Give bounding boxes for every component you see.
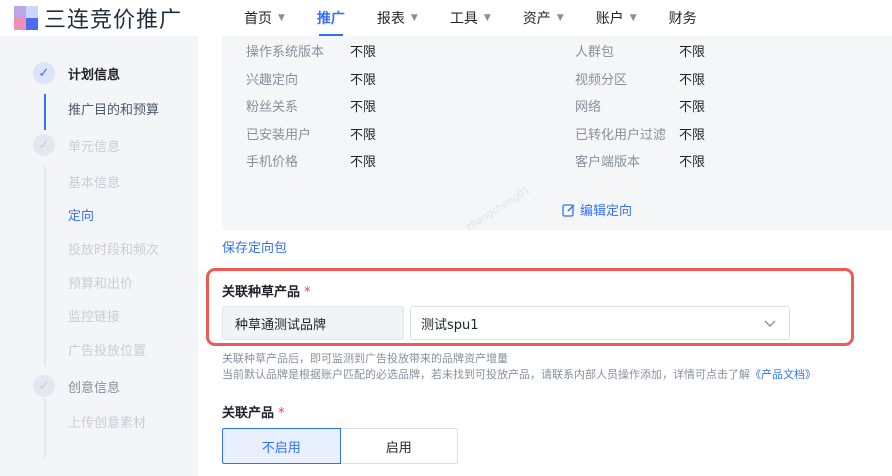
targeting-label: 兴趣定向 — [246, 73, 299, 88]
targeting-label: 视频分区 — [575, 73, 628, 88]
targeting-label: 粉丝关系 — [246, 100, 299, 115]
related-product-label: 关联产品 * — [222, 402, 285, 421]
step-unit-label: 单元信息 — [68, 139, 121, 155]
main-content: 操作系统版本 不限 兴趣定向 不限 粉丝关系 不限 已安装用户 不限 手机价格 … — [198, 36, 892, 476]
check-icon: ✓ — [33, 62, 55, 84]
targeting-value: 不限 — [679, 45, 706, 60]
step-creative-info[interactable]: ✓ 创意信息 — [0, 373, 198, 399]
caret-down-icon: ▼ — [483, 13, 491, 23]
product-select[interactable]: 测试spu1 — [410, 306, 790, 340]
check-icon: ✓ — [33, 375, 55, 397]
nav-reports-label: 报表 — [376, 11, 405, 27]
nav-finance[interactable]: 财务 — [653, 0, 713, 36]
targeting-label: 客户端版本 — [575, 155, 641, 170]
nav-tools[interactable]: 工具 ▼ — [434, 0, 507, 36]
caret-down-icon: ▼ — [629, 13, 637, 23]
caret-down-icon: ▼ — [556, 13, 564, 23]
edit-icon — [562, 203, 575, 217]
caret-down-icon: ▼ — [278, 13, 285, 23]
sidebar-item-basic-info[interactable]: 基本信息 — [68, 172, 120, 191]
save-targeting-package-link[interactable]: 保存定向包 — [222, 237, 287, 256]
option-enable-button[interactable]: 启用 — [340, 428, 458, 464]
edit-targeting-label: 编辑定向 — [580, 204, 633, 219]
nav-reports[interactable]: 报表 ▼ — [361, 0, 434, 36]
nav-promotion-label: 推广 — [316, 11, 345, 27]
nav-finance-label: 财务 — [668, 11, 697, 27]
nav-home-label: 首页 — [244, 11, 272, 27]
step-unit-info[interactable]: ✓ 单元信息 — [0, 132, 198, 158]
targeting-label: 人群包 — [575, 45, 615, 60]
nav-account[interactable]: 账户 ▼ — [580, 0, 653, 36]
related-product-toggle: 不启用 启用 — [222, 428, 458, 464]
step-line — [44, 398, 46, 458]
sidebar-item-budget[interactable]: 预算和出价 — [68, 273, 133, 292]
step-plan-info[interactable]: ✓ 计划信息 — [0, 60, 198, 86]
help-text-line2: 当前默认品牌是根据账户匹配的必选品牌，若未找到可投放产品，请联系内部人员操作添加… — [222, 366, 816, 382]
targeting-value: 不限 — [350, 73, 377, 88]
step-line — [44, 166, 46, 366]
required-mark: * — [278, 406, 285, 421]
sidebar-item-plan-purpose[interactable]: 推广目的和预算 — [68, 99, 159, 118]
sidebar-item-upload-creative[interactable]: 上传创意素材 — [68, 412, 146, 431]
step-creative-label: 创意信息 — [68, 380, 121, 396]
targeting-summary: 操作系统版本 不限 兴趣定向 不限 粉丝关系 不限 已安装用户 不限 手机价格 … — [222, 36, 892, 230]
targeting-label: 已转化用户过滤 — [575, 128, 667, 143]
caret-down-icon: ▼ — [410, 13, 418, 23]
sidebar-item-targeting[interactable]: 定向 — [68, 205, 94, 224]
targeting-label: 手机价格 — [246, 155, 299, 170]
targeting-value: 不限 — [679, 100, 706, 115]
step-plan-label: 计划信息 — [68, 67, 121, 83]
linked-product-label: 关联种草产品 * — [222, 281, 311, 300]
targeting-value: 不限 — [350, 100, 377, 115]
nav-assets[interactable]: 资产 ▼ — [507, 0, 580, 36]
targeting-value: 不限 — [350, 128, 377, 143]
brand-name: 三连竞价推广 — [44, 8, 183, 33]
step-line — [44, 94, 46, 130]
step-sidebar: ✓ 计划信息 推广目的和预算 ✓ 单元信息 基本信息 定向 投放时段和频次 预算… — [0, 36, 198, 476]
logo-icon — [12, 4, 42, 32]
linked-product-title: 关联种草产品 — [222, 285, 301, 300]
nav-tools-label: 工具 — [449, 11, 478, 27]
nav-home[interactable]: 首页 ▼ — [228, 0, 301, 36]
sidebar-item-monitor-link[interactable]: 监控链接 — [68, 306, 120, 325]
check-icon: ✓ — [33, 134, 55, 156]
sidebar-item-ad-placement[interactable]: 广告投放位置 — [68, 340, 146, 359]
nav-promotion[interactable]: 推广 — [301, 0, 361, 36]
targeting-value: 不限 — [679, 155, 706, 170]
nav-account-label: 账户 — [595, 11, 624, 27]
nav-assets-label: 资产 — [522, 11, 551, 27]
brand-field: 种草通测试品牌 — [222, 306, 404, 340]
top-nav: 首页 ▼ 推广 报表 ▼ 工具 ▼ 资产 ▼ 账户 ▼ 财务 — [228, 0, 713, 36]
targeting-value: 不限 — [350, 45, 377, 60]
top-header: 三连竞价推广 首页 ▼ 推广 报表 ▼ 工具 ▼ 资产 ▼ 账户 ▼ 财务 — [0, 0, 892, 36]
targeting-value: 不限 — [679, 73, 706, 88]
targeting-label: 操作系统版本 — [246, 45, 325, 60]
product-doc-link[interactable]: 《产品文档》 — [750, 368, 816, 381]
sidebar-item-schedule[interactable]: 投放时段和频次 — [68, 239, 159, 258]
help-text-body: 当前默认品牌是根据账户匹配的必选品牌，若未找到可投放产品，请联系内部人员操作添加… — [222, 368, 750, 381]
targeting-label: 已安装用户 — [246, 128, 312, 143]
brand-logo[interactable]: 三连竞价推广 — [12, 4, 183, 33]
targeting-value: 不限 — [679, 128, 706, 143]
targeting-label: 网络 — [575, 100, 602, 115]
help-text-line1: 关联种草产品后，即可监测到广告投放带来的品牌资产增量 — [222, 352, 508, 365]
option-disable-button[interactable]: 不启用 — [222, 428, 341, 464]
edit-targeting-link[interactable]: 编辑定向 — [562, 200, 632, 219]
required-mark: * — [304, 285, 311, 300]
related-product-title: 关联产品 — [222, 406, 275, 421]
targeting-value: 不限 — [350, 155, 377, 170]
chevron-down-icon — [764, 320, 776, 327]
product-select-value: 测试spu1 — [421, 317, 479, 333]
